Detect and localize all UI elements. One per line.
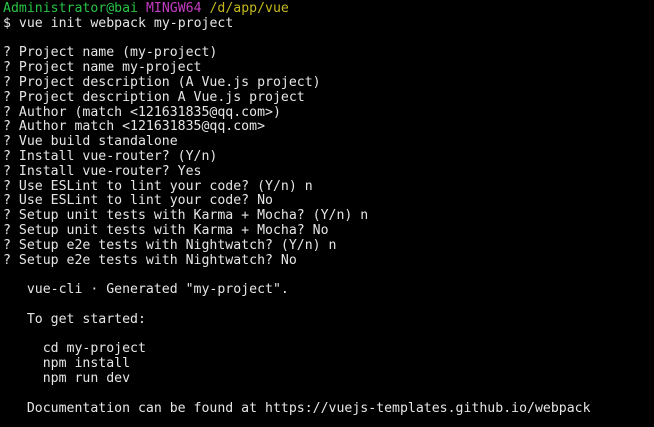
output-line: npm install xyxy=(3,356,131,372)
prompt-line: Administrator@bai MINGW64 /d/app/vue xyxy=(3,1,654,17)
output-line: ? Use ESLint to lint your code? (Y/n) n xyxy=(3,178,313,194)
output-line: ? Install vue-router? Yes xyxy=(3,163,202,179)
output-line: ? Project name (my-project) xyxy=(3,45,218,61)
output-line: npm run dev xyxy=(3,370,131,386)
output-line: ? Setup e2e tests with Nightwatch? (Y/n)… xyxy=(3,237,337,253)
prompt-shell: MINGW64 xyxy=(145,1,202,16)
prompt-path: /d/app/vue xyxy=(209,1,289,16)
terminal-window[interactable]: Administrator@bai MINGW64 /d/app/vue $ v… xyxy=(0,0,654,427)
output-line: ? Setup e2e tests with Nightwatch? No xyxy=(3,252,297,268)
output-line: ? Project name my-project xyxy=(3,60,202,76)
command-line: $ vue init webpack my-project xyxy=(3,15,654,32)
prompt-user: Administrator@bai xyxy=(3,1,138,16)
output-line: ? Install vue-router? (Y/n) xyxy=(3,148,218,164)
output-line: ? Project description A Vue.js project xyxy=(3,89,305,105)
output-line: ? Author match <121631835@qq.com> xyxy=(3,119,266,135)
output-line: ? Author (match <121631835@qq.com>) xyxy=(3,104,281,120)
output-line: ? Use ESLint to lint your code? No xyxy=(3,193,273,209)
output-line: To get started: xyxy=(3,311,146,327)
output-line: cd my-project xyxy=(3,341,146,357)
output-block: ? Project name (my-project) ? Project na… xyxy=(3,32,654,417)
prompt-symbol: $ xyxy=(3,15,11,31)
command-text: vue init webpack my-project xyxy=(18,15,234,31)
output-line: ? Setup unit tests with Karma + Mocha? N… xyxy=(3,222,329,238)
output-line: Documentation can be found at https://vu… xyxy=(3,400,591,416)
output-line: ? Project description (A Vue.js project) xyxy=(3,74,321,90)
output-line: vue-cli · Generated "my-project". xyxy=(3,282,289,298)
output-line: ? Setup unit tests with Karma + Mocha? (… xyxy=(3,208,369,224)
output-line: ? Vue build standalone xyxy=(3,134,178,150)
